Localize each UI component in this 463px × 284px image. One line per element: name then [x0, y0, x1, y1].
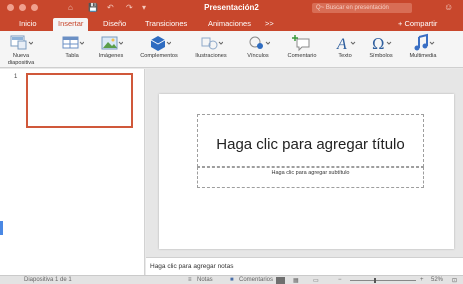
- slide-editor: Haga clic para agregar título Haga clic …: [146, 69, 463, 257]
- fit-to-window-icon[interactable]: ⊡: [452, 277, 457, 284]
- multimedia-icon: [414, 33, 435, 51]
- status-bar: Diapositiva 1 de 1 ≡ Notas ■ Comentarios…: [0, 275, 463, 284]
- multimedia-button[interactable]: Multimedia: [405, 33, 441, 60]
- subtitle-placeholder-text: Haga clic para agregar subtítulo: [271, 170, 350, 176]
- comment-button[interactable]: Comentario: [282, 33, 322, 60]
- zoom-level[interactable]: 52%: [431, 277, 443, 283]
- symbols-icon: Ω: [372, 35, 392, 53]
- slide-thumbnail[interactable]: [26, 73, 133, 128]
- text-button[interactable]: A Texto: [333, 33, 357, 60]
- notes-icon: ≡: [188, 277, 192, 283]
- illustrations-icon: [201, 37, 223, 50]
- svg-text:Ω: Ω: [372, 35, 384, 53]
- tab-more[interactable]: >>: [260, 18, 279, 31]
- tab-transiciones[interactable]: Transiciones: [140, 18, 192, 31]
- zoom-slider[interactable]: [350, 280, 416, 281]
- new-slide-icon: [10, 35, 33, 50]
- table-button[interactable]: Tabla: [58, 33, 86, 60]
- share-button[interactable]: + Compartir: [398, 19, 437, 28]
- zoom-out-button[interactable]: −: [338, 277, 342, 283]
- text-icon: A: [336, 36, 356, 53]
- table-icon: [62, 36, 84, 49]
- symbols-button[interactable]: Ω Símbolos: [366, 33, 396, 60]
- comments-toggle[interactable]: Comentarios: [239, 277, 273, 283]
- slide-number: 1: [14, 74, 18, 80]
- zoom-in-button[interactable]: +: [420, 277, 424, 283]
- notes-placeholder: Haga clic para agregar notas: [150, 263, 234, 270]
- addins-icon: [150, 36, 171, 51]
- new-slide-button[interactable]: Nueva diapositiva: [6, 33, 36, 66]
- addins-button[interactable]: Complementos: [136, 33, 182, 60]
- feedback-smiley-icon[interactable]: ☺: [444, 2, 453, 12]
- svg-text:A: A: [336, 36, 347, 53]
- illustrations-button[interactable]: Ilustraciones: [190, 33, 232, 60]
- notes-toggle[interactable]: Notas: [197, 277, 213, 283]
- tab-animaciones[interactable]: Animaciones: [203, 18, 256, 31]
- title-bar: ⌂ 💾 ↶ ↷ ▾ Presentación2 Q~ Buscar en pre…: [0, 0, 463, 16]
- title-placeholder[interactable]: Haga clic para agregar título: [197, 114, 424, 167]
- sorter-view-button[interactable]: ▦: [293, 277, 299, 284]
- subtitle-placeholder[interactable]: Haga clic para agregar subtítulo: [197, 167, 424, 188]
- slide-canvas[interactable]: Haga clic para agregar título Haga clic …: [159, 94, 454, 249]
- notes-pane[interactable]: Haga clic para agregar notas: [146, 257, 463, 275]
- tab-diseno[interactable]: Diseño: [98, 18, 131, 31]
- comments-icon: ■: [230, 277, 234, 283]
- title-placeholder-text: Haga clic para agregar título: [216, 136, 405, 153]
- pane-marker: [0, 221, 3, 235]
- reading-view-button[interactable]: ▭: [313, 277, 319, 284]
- normal-view-button[interactable]: [276, 277, 285, 284]
- links-button[interactable]: Vínculos: [243, 33, 273, 60]
- tab-inicio[interactable]: Inicio: [14, 18, 42, 31]
- slide-thumbnail-pane: 1: [0, 69, 145, 275]
- links-icon: [249, 36, 270, 49]
- ribbon-toolbar: Nueva diapositiva Tabla Imágenes Complem…: [0, 31, 463, 68]
- images-icon: [101, 36, 123, 50]
- search-input[interactable]: Q~ Buscar en presentación: [312, 3, 412, 13]
- tab-insertar[interactable]: Insertar: [53, 18, 89, 31]
- ribbon-tabs: Inicio Insertar Diseño Transiciones Anim…: [0, 16, 463, 31]
- zoom-slider-handle[interactable]: [374, 278, 376, 283]
- comment-icon: [292, 35, 310, 52]
- slide-counter: Diapositiva 1 de 1: [24, 277, 72, 283]
- images-button[interactable]: Imágenes: [95, 33, 127, 60]
